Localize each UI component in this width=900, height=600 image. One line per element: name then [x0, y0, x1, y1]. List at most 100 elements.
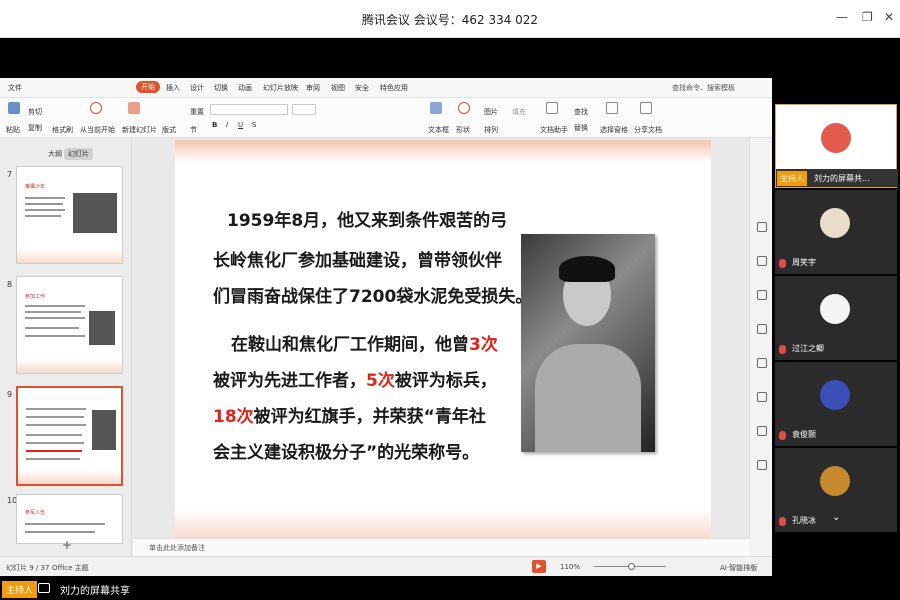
- screen-share-icon: [38, 583, 50, 593]
- shape-icon[interactable]: [458, 102, 470, 114]
- tool-icon[interactable]: [757, 460, 767, 470]
- tab-insert[interactable]: 插入: [166, 83, 180, 93]
- slide-text-line: 长岭焦化厂参加基础建设，曾带领伙伴: [213, 251, 502, 271]
- ai-layout-button[interactable]: AI·智能排版: [720, 563, 757, 573]
- minimize-icon[interactable]: —: [836, 10, 848, 24]
- strikethrough-icon[interactable]: S: [252, 121, 256, 129]
- thumb-photo: [92, 410, 116, 450]
- tab-view[interactable]: 视图: [331, 83, 345, 93]
- paste-icon[interactable]: [8, 102, 20, 114]
- notes-pane[interactable]: 单击此处添加备注: [133, 538, 749, 556]
- tab-design[interactable]: 设计: [190, 83, 204, 93]
- ribbon-toolbar: 粘贴 剪切 复制 格式刷 从当前开始 新建幻灯片 版式 节 重置 B I U S…: [0, 98, 772, 138]
- highlight-count: 3次: [469, 335, 498, 355]
- thumb-number: 7: [7, 170, 13, 179]
- slide-text: 被评为标兵，: [394, 371, 497, 391]
- layout-button[interactable]: 版式: [162, 125, 176, 135]
- participant-name: 孔晓冰: [792, 516, 816, 525]
- share-doc-button[interactable]: 分享文档: [634, 125, 662, 135]
- cut-button[interactable]: 剪切: [28, 107, 42, 117]
- slide-canvas-area: 1959年8月，他又来到条件艰苦的弓 长岭焦化厂参加基础建设，曾带领伙伴 们冒雨…: [133, 138, 749, 538]
- host-avatar: [821, 123, 851, 153]
- replace-button[interactable]: 替换: [574, 123, 588, 133]
- tool-icon[interactable]: [757, 222, 767, 232]
- current-slide[interactable]: 1959年8月，他又来到条件艰苦的弓 长岭焦化厂参加基础建设，曾带领伙伴 们冒雨…: [175, 140, 711, 538]
- participant-avatar: [820, 466, 850, 496]
- command-search[interactable]: 查找命令、搜索模板: [672, 83, 735, 93]
- textbox-icon[interactable]: [430, 102, 442, 114]
- slide-thumb-7[interactable]: 雏鹰少年: [16, 166, 123, 264]
- slide-text-line: 18次被评为红旗手，并荣获“青年社: [213, 402, 486, 432]
- participant-tile-host[interactable]: 主持人 刘力的屏幕共...: [775, 104, 898, 188]
- tool-icon[interactable]: [757, 324, 767, 334]
- tool-icon[interactable]: [757, 256, 767, 266]
- tab-slideshow[interactable]: 幻灯片放映: [263, 83, 298, 93]
- section-button[interactable]: 节: [190, 125, 197, 135]
- file-menu[interactable]: 文件: [8, 83, 22, 93]
- slide-top-decoration: [175, 140, 711, 162]
- slide-bottom-decoration: [175, 508, 711, 538]
- tab-security[interactable]: 安全: [355, 83, 369, 93]
- share-icon[interactable]: [640, 102, 652, 114]
- participant-name: 周笑宇: [792, 258, 816, 267]
- mic-muted-icon: [779, 517, 786, 526]
- tool-icon[interactable]: [757, 290, 767, 300]
- notes-placeholder: 单击此处添加备注: [149, 544, 205, 552]
- font-name-field[interactable]: [210, 104, 288, 115]
- tool-icon[interactable]: [757, 358, 767, 368]
- participant-tile[interactable]: 袁俊颢: [775, 362, 897, 446]
- arrange-button[interactable]: 排列: [484, 125, 498, 135]
- add-slide-icon[interactable]: +: [62, 538, 72, 552]
- bold-icon[interactable]: B: [212, 121, 217, 129]
- reset-button[interactable]: 重置: [190, 107, 204, 117]
- zoom-level[interactable]: 110%: [560, 563, 580, 571]
- shape-button[interactable]: 形状: [456, 125, 470, 135]
- participant-tile[interactable]: 周笑宇: [775, 190, 897, 274]
- tool-icon[interactable]: [757, 392, 767, 402]
- italic-icon[interactable]: I: [226, 121, 228, 129]
- participant-list: 主持人 刘力的屏幕共... 周笑宇 过江之鲫 袁俊颢 孔晓冰: [775, 104, 900, 532]
- tab-transition[interactable]: 切换: [214, 83, 228, 93]
- slide-thumb-10[interactable]: 参军入伍: [16, 494, 123, 544]
- new-slide-icon[interactable]: [128, 102, 140, 114]
- slide-thumb-9[interactable]: [16, 386, 123, 486]
- thumb-number: 8: [7, 280, 13, 289]
- new-slide-button[interactable]: 新建幻灯片: [122, 125, 157, 135]
- slide-thumb-8[interactable]: 参加工作: [16, 276, 123, 374]
- picture-button[interactable]: 图片: [484, 107, 498, 117]
- font-size-field[interactable]: [292, 104, 316, 115]
- meeting-title: 腾讯会议 会议号：462 334 022: [361, 13, 539, 27]
- restore-icon[interactable]: ❐: [862, 10, 873, 24]
- slide-text-line: 1959年8月，他又来到条件艰苦的弓: [227, 211, 508, 231]
- doc-assistant-icon[interactable]: [546, 102, 558, 114]
- play-icon[interactable]: [90, 102, 102, 114]
- tool-icon[interactable]: [757, 426, 767, 436]
- slideshow-play-icon[interactable]: ▶: [532, 560, 546, 573]
- participant-avatar: [820, 380, 850, 410]
- portrait-photo[interactable]: [521, 234, 655, 452]
- slide-text: 被评为红旗手，并荣获“青年社: [253, 407, 486, 427]
- tab-review[interactable]: 审阅: [306, 83, 320, 93]
- participant-tile[interactable]: 过江之鲫: [775, 276, 897, 360]
- tab-features[interactable]: 特色应用: [380, 83, 408, 93]
- underline-icon[interactable]: U: [238, 121, 243, 129]
- tab-slides[interactable]: 幻灯片: [64, 148, 93, 160]
- tab-outline[interactable]: 大纲: [44, 148, 66, 160]
- close-icon[interactable]: ✕: [884, 10, 894, 24]
- fill-button[interactable]: 填充: [512, 107, 526, 117]
- slide-text-line: 在鞍山和焦化厂工作期间，他曾3次: [231, 330, 498, 360]
- format-painter-button[interactable]: 格式刷: [52, 125, 73, 135]
- copy-button[interactable]: 复制: [28, 123, 42, 133]
- chevron-down-icon[interactable]: ⌄: [832, 512, 840, 523]
- tab-animation[interactable]: 动画: [238, 83, 252, 93]
- doc-assistant-button[interactable]: 文档助手: [540, 125, 568, 135]
- host-badge: 主持人: [777, 171, 807, 186]
- select-pane-button[interactable]: 选择窗格: [600, 125, 628, 135]
- tab-home[interactable]: 开始: [136, 81, 160, 93]
- text-box-button[interactable]: 文本框: [428, 125, 449, 135]
- zoom-slider-handle[interactable]: [628, 563, 635, 570]
- select-pane-icon[interactable]: [606, 102, 618, 114]
- paste-button[interactable]: 粘贴: [6, 125, 20, 135]
- find-button[interactable]: 查找: [574, 107, 588, 117]
- play-from-current-button[interactable]: 从当前开始: [80, 125, 115, 135]
